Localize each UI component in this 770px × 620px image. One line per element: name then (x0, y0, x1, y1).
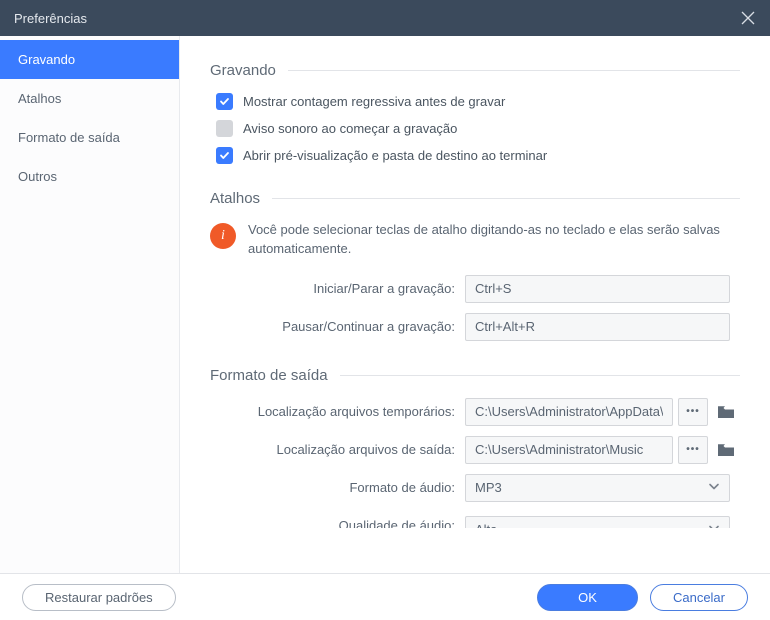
shortcut-row-pause: Pausar/Continuar a gravação: (210, 313, 740, 341)
checkbox-icon[interactable] (216, 147, 233, 164)
window-title: Preferências (14, 11, 87, 26)
divider (272, 198, 740, 199)
checkbox-label: Aviso sonoro ao começar a gravação (243, 121, 457, 136)
section-title-output: Formato de saída (210, 367, 740, 384)
browse-button[interactable]: ••• (678, 398, 708, 426)
divider (288, 70, 740, 71)
shortcut-label: Iniciar/Parar a gravação: (210, 281, 465, 296)
folder-icon[interactable] (714, 436, 738, 464)
close-icon[interactable] (740, 10, 756, 26)
shortcut-input-start[interactable] (465, 275, 730, 303)
temp-path-input[interactable] (465, 398, 673, 426)
sidebar-item-formato[interactable]: Formato de saída (0, 118, 179, 157)
select-value: Alta (475, 522, 497, 528)
shortcut-row-start: Iniciar/Parar a gravação: (210, 275, 740, 303)
checkbox-row-preview[interactable]: Abrir pré-visualização e pasta de destin… (216, 147, 740, 164)
output-row-audio-format: Formato de áudio: MP3 (210, 474, 740, 502)
titlebar: Preferências (0, 0, 770, 36)
field-label: Localização arquivos de saída: (210, 442, 465, 457)
checkbox-label: Abrir pré-visualização e pasta de destin… (243, 148, 547, 163)
info-row: i Você pode selecionar teclas de atalho … (210, 221, 740, 259)
output-row-temp: Localização arquivos temporários: ••• (210, 398, 740, 426)
output-row-audio-quality: Qualidade de áudio: Alta (210, 512, 740, 528)
section-title-atalhos: Atalhos (210, 190, 740, 207)
sidebar: Gravando Atalhos Formato de saída Outros (0, 36, 180, 573)
browse-button[interactable]: ••• (678, 436, 708, 464)
sidebar-item-atalhos[interactable]: Atalhos (0, 79, 179, 118)
section-title-text: Formato de saída (210, 367, 328, 384)
field-label: Qualidade de áudio: (210, 522, 465, 528)
chevron-down-icon (707, 521, 721, 528)
select-value: MP3 (475, 480, 502, 495)
checkbox-icon[interactable] (216, 120, 233, 137)
audio-format-select[interactable]: MP3 (465, 474, 730, 502)
field-label: Localização arquivos temporários: (210, 404, 465, 419)
footer: Restaurar padrões OK Cancelar (0, 574, 770, 620)
content-pane: Gravando Mostrar contagem regressiva ant… (180, 36, 770, 573)
checkbox-label: Mostrar contagem regressiva antes de gra… (243, 94, 505, 109)
shortcut-label: Pausar/Continuar a gravação: (210, 319, 465, 334)
checkbox-icon[interactable] (216, 93, 233, 110)
section-title-gravando: Gravando (210, 62, 740, 79)
ok-button[interactable]: OK (537, 584, 638, 611)
checkbox-row-beep[interactable]: Aviso sonoro ao começar a gravação (216, 120, 740, 137)
folder-icon[interactable] (714, 398, 738, 426)
cancel-button[interactable]: Cancelar (650, 584, 748, 611)
restore-defaults-button[interactable]: Restaurar padrões (22, 584, 176, 611)
section-title-text: Gravando (210, 62, 276, 79)
out-path-input[interactable] (465, 436, 673, 464)
chevron-down-icon (707, 479, 721, 496)
output-row-out: Localização arquivos de saída: ••• (210, 436, 740, 464)
info-icon: i (210, 223, 236, 249)
divider (340, 375, 740, 376)
info-text: Você pode selecionar teclas de atalho di… (248, 221, 740, 259)
section-title-text: Atalhos (210, 190, 260, 207)
audio-quality-select[interactable]: Alta (465, 516, 730, 528)
field-label: Formato de áudio: (210, 480, 465, 495)
shortcut-input-pause[interactable] (465, 313, 730, 341)
checkbox-row-countdown[interactable]: Mostrar contagem regressiva antes de gra… (216, 93, 740, 110)
sidebar-item-gravando[interactable]: Gravando (0, 40, 179, 79)
sidebar-item-outros[interactable]: Outros (0, 157, 179, 196)
